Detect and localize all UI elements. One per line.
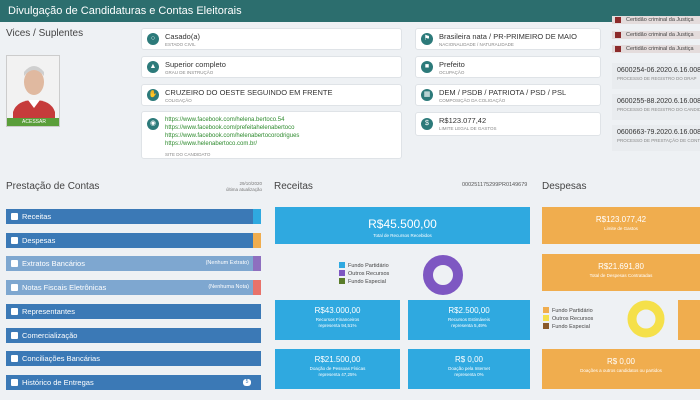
site-link[interactable]: https://www.facebook.com/helenabertocoro… [165,133,299,139]
color-strip [253,280,261,295]
despesas-legend: Fundo Partidário Outros Recursos Fundo E… [543,307,593,331]
nationality-card: ⚑ Brasileira nata / PR-PRIMEIRO DE MAIO … [415,28,601,50]
color-strip [253,233,261,248]
color-strip [253,256,261,271]
despesas-total-box: R$21.691,80 Total de Despesas Contratada… [542,254,700,291]
coalition-composition-card: ▦ DEM / PSDB / PATRIOTA / PSD / PSL COMP… [415,84,601,106]
certificate-item[interactable]: Certidão criminal da Justiça [612,31,700,39]
globe-icon: ◉ [147,118,159,130]
menu-item-representantes[interactable]: Representantes [6,304,261,319]
page-title: Divulgação de Candidaturas e Contas Elei… [8,5,242,17]
legend-item: Outros Recursos [339,270,389,278]
menu-item-extratos[interactable]: Extratos Bancários (Nenhum Extrato) [6,256,261,271]
spending-limit-card: $ R$123.077,42 LIMITE LEGAL DE GASTOS [415,112,601,136]
receitas-total-box: R$45.500,00 Total de Recursos Recebidos [275,207,530,244]
coalition-card: ✋ CRUZEIRO DO OESTE SEGUINDO EM FRENTE C… [141,84,402,106]
ring-icon: ○ [147,33,159,45]
history-icon [11,379,18,386]
legend-item: Fundo Partidário [339,262,389,270]
despesas-donut-chart [627,300,665,338]
money-icon: $ [421,118,433,130]
handshake-icon: ✋ [147,89,159,101]
site-link[interactable]: https://www.facebook.com/prefeitahelenab… [165,125,294,131]
menu-item-despesas[interactable]: Despesas [6,233,261,248]
certificate-item[interactable]: Certidão criminal da Justiça [612,45,700,53]
access-button[interactable]: ACESSAR [7,118,59,126]
process-candidate[interactable]: 0600255-88.2020.6.16.008 PROCESSO DE REG… [612,94,700,120]
document-icon [615,32,621,38]
legend-item: Outros Recursos [543,315,593,323]
legend-item: Fundo Especial [339,278,389,286]
count-badge: 5 [243,379,251,386]
education-card: ▲ Superior completo GRAU DE INSTRUÇÃO [141,56,402,78]
candidate-photo[interactable]: ACESSAR [6,55,60,127]
donut-slice-outros-recursos [627,300,665,338]
receitas-title: Receitas [274,181,313,192]
despesas-doacoes-box: R$ 0,00 Doações a outros candidatos ou p… [542,349,700,389]
receitas-legend: Fundo Partidário Outros Recursos Fundo E… [339,262,389,286]
flag-icon: ⚑ [421,33,433,45]
site-link[interactable]: https://www.facebook.com/helena.bertoco.… [165,117,284,123]
occupation-card: ■ Prefeito OCUPAÇÃO [415,56,601,78]
site-link[interactable]: https://www.helenabertoco.com.br/ [165,141,257,147]
checkbox-icon [11,308,18,315]
invoice-icon [11,284,18,291]
receitas-donut-chart [423,255,463,295]
person-photo-icon [7,56,59,126]
legend-item: Fundo Especial [543,323,593,331]
receitas-financeiros-box: R$43.000,00 Recursos Financeiros represen… [275,300,400,340]
chat-icon [11,355,18,362]
menu-item-historico[interactable]: Histórico de Entregas 5 [6,375,261,390]
document-icon [615,46,621,52]
despesas-title: Despesas [542,181,587,192]
vices-title: Vices / Suplentes [6,28,84,39]
last-update: 29/10/2020 última atualização [225,181,262,192]
accounts-section-title: Prestação de Contas [6,181,100,192]
receitas-estimaveis-box: R$2.500,00 Recursos Estimáveis representa… [408,300,530,340]
color-strip [253,209,261,224]
graduation-icon: ▲ [147,61,159,73]
list-icon [11,237,18,244]
menu-item-notas-fiscais[interactable]: Notas Fiscais Eletrônicas (Nenhuma Nota) [6,280,261,295]
bank-statement-icon [11,260,18,267]
receitas-internet-box: R$ 0,00 Doação pela Internet representa 0… [408,349,530,389]
despesas-limit-box: R$123.077,42 Limite de Gastos [542,207,700,244]
process-accounts[interactable]: 0600663-79.2020.6.16.008 PROCESSO DE PRE… [612,125,700,151]
cart-icon [11,332,18,339]
document-icon [615,17,621,23]
certificate-item[interactable]: Certidão criminal da Justiça [612,16,700,24]
menu-item-receitas[interactable]: Receitas [6,209,261,224]
menu-item-conciliacoes[interactable]: Conciliações Bancárias [6,351,261,366]
menu-item-comercializacao[interactable]: Comercialização [6,328,261,343]
building-icon: ▦ [421,89,433,101]
app-header: Divulgação de Candidaturas e Contas Elei… [0,0,700,22]
marital-status-card: ○ Casado(a) ESTADO CIVIL [141,28,402,50]
donut-slice-outros-recursos [423,255,463,295]
receitas-pessoas-fisicas-box: R$21.500,00 Doação de Pessoas Físicas rep… [275,349,400,389]
list-icon [11,213,18,220]
legend-item: Fundo Partidário [543,307,593,315]
process-drap[interactable]: 0600254-06.2020.6.16.008 PROCESSO DE REG… [612,63,700,89]
receitas-code: 000251175299PR0149679 [462,182,528,188]
candidate-sites-card: ◉ https://www.facebook.com/helena.bertoc… [141,111,402,159]
briefcase-icon: ■ [421,61,433,73]
despesas-partial-box [678,300,700,340]
